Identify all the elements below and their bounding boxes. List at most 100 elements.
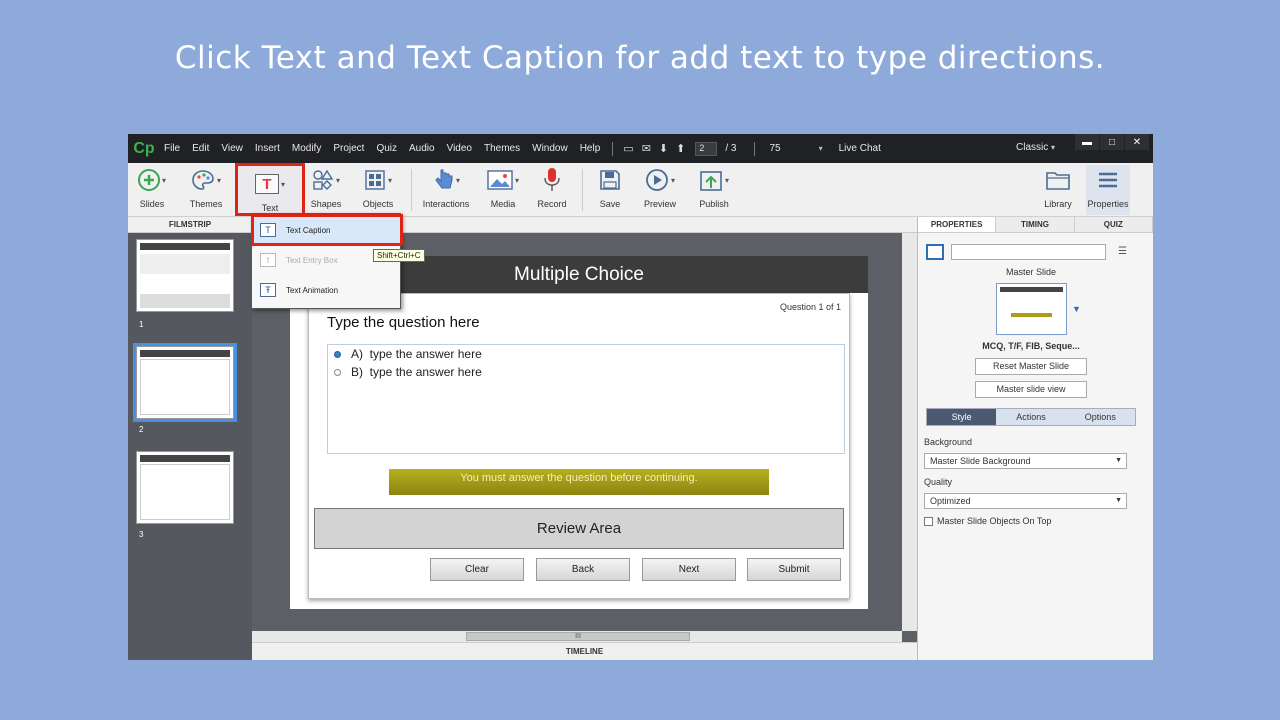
vertical-scrollbar[interactable] — [902, 233, 917, 631]
timeline-bar[interactable]: TIMELINE — [252, 642, 917, 660]
close-icon[interactable]: ✕ — [1125, 134, 1149, 150]
save-button[interactable]: Save — [592, 165, 628, 215]
menu-modify[interactable]: Modify — [286, 143, 327, 154]
workspace-dropdown-icon: ▾ — [1051, 143, 1056, 152]
properties-tabs: PROPERTIES TIMING QUIZ — [918, 217, 1153, 233]
play-icon — [646, 169, 668, 191]
app-logo: Cp — [133, 139, 155, 157]
arrow-down-icon[interactable]: ⬇ — [659, 142, 668, 155]
menu-audio[interactable]: Audio — [403, 143, 441, 154]
zoom-value[interactable]: 75 — [769, 143, 780, 154]
next-button[interactable]: Next — [642, 558, 736, 581]
menu-window[interactable]: Window — [526, 143, 574, 154]
radio-selected-icon[interactable] — [334, 350, 341, 358]
menu-item-text-animation[interactable]: Ŧ Text Animation — [254, 277, 400, 303]
checkbox-icon[interactable] — [924, 516, 933, 526]
slide-thumbnail-2[interactable] — [133, 343, 237, 422]
menu-item-label: Text Animation — [286, 285, 339, 295]
minimize-icon[interactable]: ▬ — [1075, 134, 1099, 150]
save-icon — [600, 170, 620, 190]
workspace-selector[interactable]: Classic ▾ — [1016, 142, 1055, 153]
master-slide-thumbnail[interactable] — [996, 283, 1067, 335]
text-button[interactable]: T ▾ Text — [235, 163, 305, 216]
chevron-down-icon: ▼ — [1115, 457, 1122, 464]
question-text[interactable]: Type the question here — [327, 314, 480, 331]
themes-label: Themes — [189, 199, 223, 209]
background-select[interactable]: Master Slide Background ▼ — [924, 453, 1127, 469]
publish-button[interactable]: ▾ Publish — [694, 165, 734, 215]
tab-quiz[interactable]: QUIZ — [1074, 217, 1153, 232]
answer-letter: A) — [351, 347, 363, 361]
thumbnail-title-bar — [140, 350, 230, 357]
library-label: Library — [1044, 199, 1072, 209]
shapes-label: Shapes — [310, 199, 342, 209]
menu-view[interactable]: View — [215, 143, 249, 154]
menu-file[interactable]: File — [158, 143, 186, 154]
media-button[interactable]: ▾ Media — [483, 165, 523, 215]
monitor-icon[interactable]: ▭ — [623, 142, 633, 155]
review-area[interactable]: Review Area — [314, 508, 844, 549]
back-button[interactable]: Back — [536, 558, 630, 581]
master-thumb-title-bar — [1000, 287, 1063, 292]
menu-video[interactable]: Video — [441, 143, 478, 154]
answer-a[interactable]: A) type the answer here — [334, 347, 482, 361]
interactions-button[interactable]: ▾ Interactions — [420, 165, 472, 215]
tab-properties[interactable]: PROPERTIES — [918, 217, 997, 232]
maximize-icon[interactable]: □ — [1100, 134, 1124, 150]
menu-themes[interactable]: Themes — [478, 143, 526, 154]
mail-icon[interactable]: ✉ — [642, 142, 651, 155]
menu-project[interactable]: Project — [327, 143, 370, 154]
microphone-icon — [544, 168, 560, 191]
chevron-down-icon: ▾ — [335, 175, 340, 185]
reset-master-slide-button[interactable]: Reset Master Slide — [975, 358, 1087, 375]
tab-timing[interactable]: TIMING — [996, 217, 1075, 232]
zoom-dropdown-icon[interactable]: ▾ — [819, 144, 823, 153]
page-number-input[interactable]: 2 — [695, 141, 718, 156]
menu-edit[interactable]: Edit — [186, 143, 215, 154]
shapes-button[interactable]: ▾ Shapes — [306, 165, 346, 215]
radio-icon[interactable] — [334, 368, 341, 376]
slide-number-3: 3 — [139, 530, 144, 539]
master-objects-on-top-checkbox[interactable]: Master Slide Objects On Top — [924, 516, 1051, 526]
master-slide-view-button[interactable]: Master slide view — [975, 381, 1087, 398]
live-chat-link[interactable]: Live Chat — [839, 143, 881, 154]
slide-thumbnail-1[interactable] — [136, 239, 234, 312]
tab-actions[interactable]: Actions — [996, 409, 1065, 425]
filmstrip-header: FILMSTRIP — [128, 217, 252, 233]
tab-options[interactable]: Options — [1066, 409, 1135, 425]
horizontal-scrollbar[interactable]: III — [252, 631, 902, 642]
thumbnail-content — [140, 254, 230, 274]
clear-button[interactable]: Clear — [430, 558, 524, 581]
menu-item-text-caption[interactable]: T Text Caption — [251, 214, 403, 246]
menu-insert[interactable]: Insert — [249, 143, 286, 154]
incomplete-warning[interactable]: You must answer the question before cont… — [389, 469, 769, 495]
themes-button[interactable]: ▾ Themes — [186, 165, 226, 215]
toolbar-separator — [411, 169, 412, 211]
preview-button[interactable]: ▾ Preview — [639, 165, 681, 215]
objects-button[interactable]: ▾ Objects — [358, 165, 398, 215]
properties-button[interactable]: Properties — [1086, 165, 1130, 215]
arrow-up-icon[interactable]: ⬆ — [676, 142, 685, 155]
slide-name-input[interactable] — [951, 244, 1106, 260]
scrollbar-thumb[interactable]: III — [466, 632, 690, 641]
slide-title: Click Text and Text Caption for add text… — [174, 40, 1106, 76]
record-button[interactable]: Record — [532, 165, 572, 215]
menu-quiz[interactable]: Quiz — [370, 143, 403, 154]
quality-value: Optimized — [930, 496, 971, 506]
submit-button[interactable]: Submit — [747, 558, 841, 581]
answer-b[interactable]: B) type the answer here — [334, 365, 482, 379]
menu-help[interactable]: Help — [574, 143, 607, 154]
master-dropdown-icon[interactable]: ▼ — [1072, 304, 1081, 314]
tab-style[interactable]: Style — [927, 409, 997, 425]
quality-label: Quality — [924, 477, 953, 487]
workspace-label: Classic — [1016, 142, 1049, 153]
slide-thumbnail-3[interactable] — [136, 451, 234, 524]
slides-button[interactable]: ▾ Slides — [134, 165, 170, 215]
chevron-down-icon: ▼ — [1115, 497, 1122, 504]
slides-label: Slides — [139, 199, 165, 209]
list-menu-icon[interactable]: ☰ — [1118, 246, 1127, 257]
quality-select[interactable]: Optimized ▼ — [924, 493, 1127, 509]
save-label: Save — [599, 199, 621, 209]
menu-item-label: Text Entry Box — [286, 255, 338, 265]
library-button[interactable]: Library — [1040, 165, 1076, 215]
